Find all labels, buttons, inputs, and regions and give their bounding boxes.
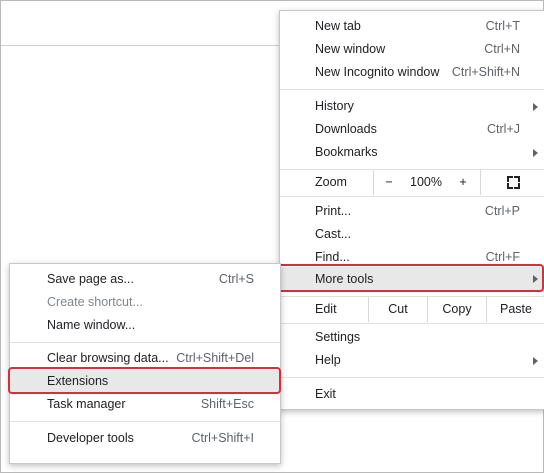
edit-label: Edit	[315, 302, 337, 316]
shortcut-text: Ctrl+T	[485, 19, 520, 33]
menu-item-new-incognito[interactable]: New Incognito window Ctrl+Shift+N	[280, 61, 544, 84]
shortcut-text: Ctrl+Shift+I	[191, 431, 254, 445]
menu-item-history[interactable]: History	[280, 95, 544, 118]
shortcut-text: Ctrl+N	[484, 42, 520, 56]
menu-item-label: New Incognito window	[315, 65, 440, 79]
menu-item-new-window[interactable]: New window Ctrl+N	[280, 38, 544, 61]
chrome-main-menu: New tab Ctrl+T New window Ctrl+N New Inc…	[279, 10, 544, 410]
menu-separator	[280, 323, 544, 324]
submenu-item-name-window[interactable]: Name window...	[10, 314, 280, 337]
more-tools-submenu: Save page as... Ctrl+S Create shortcut..…	[9, 263, 281, 464]
menu-item-label: Bookmarks	[315, 145, 378, 159]
menu-item-cast[interactable]: Cast...	[280, 223, 544, 246]
submenu-arrow-icon	[533, 103, 538, 111]
menu-item-bookmarks[interactable]: Bookmarks	[280, 141, 544, 164]
menu-item-label: Developer tools	[47, 431, 134, 445]
menu-item-label: Task manager	[47, 397, 126, 411]
zoom-in-button[interactable]: +	[448, 170, 478, 195]
menu-item-label: Exit	[315, 387, 336, 401]
menu-item-label: Save page as...	[47, 272, 134, 286]
extensions-highlight-outline	[8, 367, 281, 394]
menu-item-settings[interactable]: Settings	[280, 326, 544, 349]
menu-item-help[interactable]: Help	[280, 349, 544, 372]
submenu-item-task-manager[interactable]: Task manager Shift+Esc	[10, 393, 280, 416]
menu-item-label: New window	[315, 42, 386, 56]
menu-item-label: New tab	[315, 19, 361, 33]
shortcut-text: Ctrl+J	[487, 122, 520, 136]
zoom-level: 100%	[410, 175, 442, 189]
menu-item-label: Downloads	[315, 122, 377, 136]
zoom-row: Zoom − 100% +	[280, 170, 544, 195]
more-tools-highlight-outline	[277, 264, 544, 292]
copy-button[interactable]: Copy	[428, 297, 486, 322]
menu-item-label: Cast...	[315, 227, 352, 241]
zoom-out-button[interactable]: −	[374, 170, 404, 195]
shortcut-text: Ctrl+S	[218, 272, 254, 286]
page-divider	[1, 45, 281, 46]
fullscreen-icon	[507, 176, 520, 189]
shortcut-text: Ctrl+Shift+N	[451, 65, 520, 79]
shortcut-text: Ctrl+P	[484, 204, 520, 218]
menu-separator	[10, 342, 280, 343]
zoom-label: Zoom	[315, 175, 347, 189]
menu-item-new-tab[interactable]: New tab Ctrl+T	[280, 15, 544, 38]
menu-separator	[10, 421, 280, 422]
menu-separator	[280, 377, 544, 378]
cut-button[interactable]: Cut	[369, 297, 427, 322]
submenu-item-developer-tools[interactable]: Developer tools Ctrl+Shift+I	[10, 427, 280, 450]
menu-item-label: Print...	[315, 204, 352, 218]
menu-item-downloads[interactable]: Downloads Ctrl+J	[280, 118, 544, 141]
menu-item-label: Name window...	[47, 318, 136, 332]
submenu-item-create-shortcut: Create shortcut...	[10, 291, 280, 314]
menu-item-label: Settings	[315, 330, 361, 344]
menu-item-label: Create shortcut...	[47, 295, 143, 309]
menu-separator	[280, 89, 544, 90]
submenu-arrow-icon	[533, 149, 538, 157]
menu-item-label: Help	[315, 353, 341, 367]
edit-row: Edit Cut Copy Paste	[280, 297, 544, 322]
fullscreen-button[interactable]	[481, 170, 544, 195]
submenu-arrow-icon	[533, 357, 538, 365]
shortcut-text: Shift+Esc	[200, 397, 254, 411]
menu-separator	[280, 196, 544, 197]
paste-button[interactable]: Paste	[487, 297, 544, 322]
submenu-item-save-page[interactable]: Save page as... Ctrl+S	[10, 268, 280, 291]
menu-item-exit[interactable]: Exit	[280, 383, 544, 406]
menu-item-label: History	[315, 99, 354, 113]
menu-item-print[interactable]: Print... Ctrl+P	[280, 200, 544, 223]
